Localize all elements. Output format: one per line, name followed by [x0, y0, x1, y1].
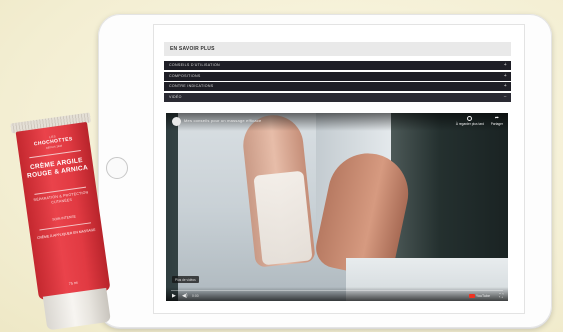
- accordion-label: VIDÉO: [169, 94, 182, 99]
- clock-icon: [467, 116, 473, 121]
- accordion-label: COMPOSITIONS: [169, 73, 201, 78]
- divider: [29, 150, 81, 158]
- collapse-icon[interactable]: −: [504, 93, 507, 102]
- product-claim: RÉPARATION & PROTECTION CUTANÉES: [33, 190, 89, 205]
- accordion-item-video[interactable]: VIDÉO −: [164, 92, 511, 102]
- share-button[interactable]: ➦ Partager: [490, 115, 503, 127]
- tablet-home-button[interactable]: [106, 157, 128, 179]
- accordion-item-usage[interactable]: CONSEILS D'UTILISATION +: [164, 61, 511, 70]
- youtube-play-icon: [468, 294, 475, 298]
- expand-icon[interactable]: +: [504, 82, 507, 91]
- section-title: EN SAVOIR PLUS: [164, 42, 511, 56]
- video-player[interactable]: Mes conseils pour un massage efficace À …: [166, 113, 508, 301]
- accordion-item-compositions[interactable]: COMPOSITIONS +: [164, 71, 511, 81]
- volume-icon[interactable]: ◀): [182, 293, 188, 299]
- youtube-label: YouTube: [475, 293, 490, 298]
- accordion: CONSEILS D'UTILISATION + COMPOSITIONS + …: [164, 61, 511, 103]
- video-top-bar: Mes conseils pour un massage efficace À …: [166, 113, 508, 131]
- channel-avatar-icon[interactable]: [172, 117, 181, 126]
- watch-later-label: À regarder plus tard: [455, 122, 484, 126]
- product-name: CRÈME ARGILE ROUGE & ARNICA: [26, 156, 89, 180]
- youtube-logo[interactable]: YouTube: [468, 293, 490, 298]
- video-frame-bandage: [253, 170, 313, 266]
- more-videos-button[interactable]: Plus de vidéos: [172, 276, 199, 283]
- video-time: 0:00: [192, 294, 199, 298]
- accordion-item-contraindications[interactable]: CONTRE INDICATIONS +: [164, 82, 511, 91]
- accordion-label: CONSEILS D'UTILISATION: [169, 63, 220, 67]
- video-title[interactable]: Mes conseils pour un massage efficace: [184, 118, 261, 123]
- video-progress-bar[interactable]: [171, 290, 503, 291]
- video-controls: ▶ ◀) 0:00 YouTube ⛶: [166, 287, 508, 301]
- expand-icon[interactable]: +: [504, 61, 507, 70]
- share-label: Partager: [490, 122, 503, 126]
- accordion-label: CONTRE INDICATIONS: [169, 84, 214, 88]
- watch-later-button[interactable]: À regarder plus tard: [456, 116, 484, 126]
- play-icon[interactable]: ▶: [172, 293, 176, 299]
- tablet-frame: EN SAVOIR PLUS CONSEILS D'UTILISATION + …: [98, 14, 552, 328]
- fullscreen-icon[interactable]: ⛶: [499, 293, 503, 299]
- share-icon: ➦: [494, 115, 499, 121]
- expand-icon[interactable]: +: [504, 72, 507, 81]
- tablet-screen: EN SAVOIR PLUS CONSEILS D'UTILISATION + …: [153, 24, 525, 314]
